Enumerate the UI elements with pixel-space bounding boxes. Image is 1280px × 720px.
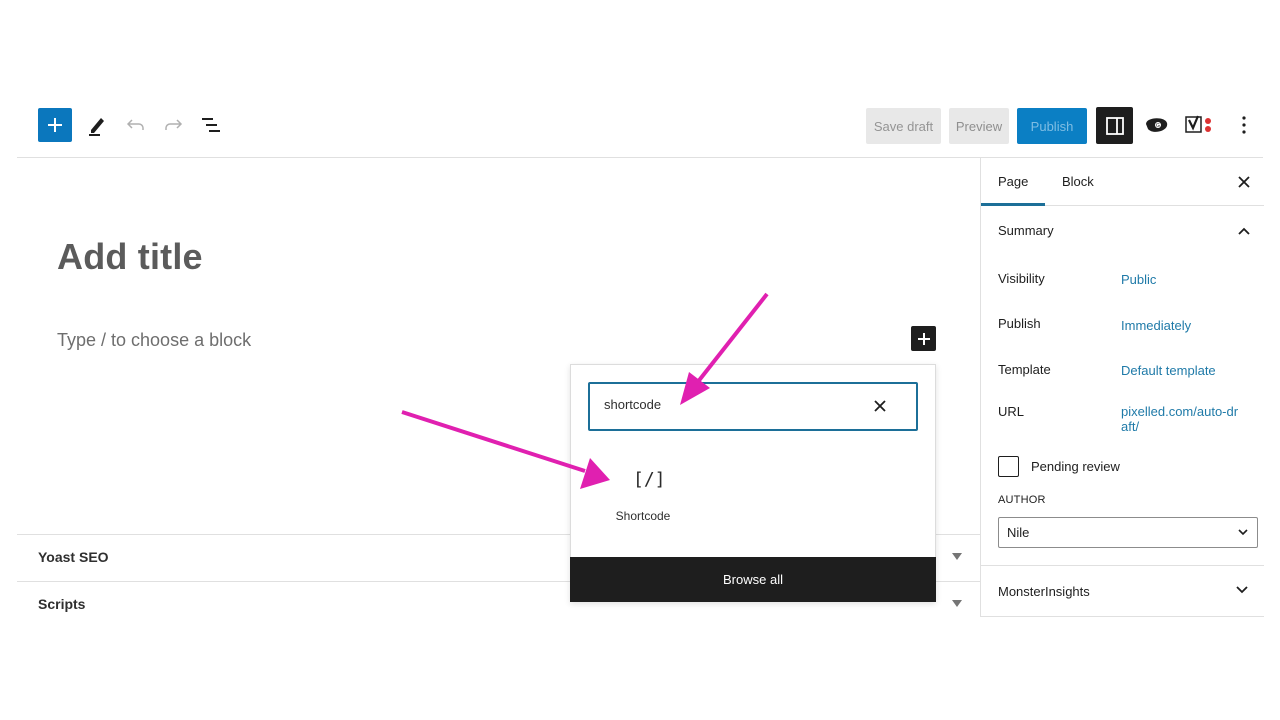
visibility-value[interactable]: Public bbox=[1121, 272, 1246, 287]
settings-sidebar: Page Block Summary Visibility Public Pub… bbox=[980, 158, 1264, 617]
block-search-field[interactable] bbox=[588, 382, 918, 431]
save-draft-button[interactable]: Save draft bbox=[866, 108, 941, 144]
more-vertical-icon bbox=[1242, 116, 1246, 134]
sidebar-tabs: Page Block bbox=[981, 158, 1264, 206]
default-block-appender[interactable]: Type / to choose a block bbox=[57, 330, 251, 351]
block-search-input[interactable] bbox=[604, 397, 854, 412]
chevron-down-icon bbox=[1238, 529, 1248, 536]
redo-button[interactable] bbox=[156, 108, 190, 142]
options-button[interactable] bbox=[1227, 108, 1261, 142]
block-inserter-toggle[interactable] bbox=[911, 326, 936, 351]
tab-block[interactable]: Block bbox=[1062, 174, 1094, 189]
author-value: Nile bbox=[1007, 525, 1030, 540]
summary-panel-title[interactable]: Summary bbox=[998, 223, 1054, 238]
meta-box-label: Yoast SEO bbox=[38, 549, 109, 565]
publish-button[interactable]: Publish bbox=[1017, 108, 1087, 144]
url-value[interactable]: pixelled.com/auto-draft/ bbox=[1121, 404, 1239, 434]
active-tab-indicator bbox=[981, 203, 1045, 206]
grammarly-icon: G bbox=[1146, 118, 1168, 132]
yoast-button[interactable] bbox=[1183, 108, 1217, 142]
meta-box-label: Scripts bbox=[38, 596, 86, 612]
close-icon bbox=[874, 400, 886, 412]
summary-panel-toggle[interactable] bbox=[1235, 222, 1253, 240]
caret-down-icon[interactable] bbox=[952, 553, 962, 560]
list-view-button[interactable] bbox=[194, 108, 228, 142]
template-value[interactable]: Default template bbox=[1121, 363, 1246, 378]
post-title-input[interactable]: Add title bbox=[57, 236, 203, 278]
url-label: URL bbox=[998, 404, 1025, 419]
yoast-icon bbox=[1185, 115, 1211, 133]
monsterinsights-panel-title: MonsterInsights bbox=[998, 584, 1090, 599]
pending-review-label[interactable]: Pending review bbox=[1031, 459, 1120, 474]
template-label: Template bbox=[998, 362, 1051, 377]
pencil-icon bbox=[89, 118, 104, 136]
author-select[interactable]: Nile bbox=[998, 517, 1258, 548]
block-result-shortcode[interactable]: [/] Shortcode bbox=[595, 461, 691, 531]
svg-text:G: G bbox=[1156, 123, 1160, 129]
chevron-up-icon bbox=[1238, 227, 1250, 235]
publish-value[interactable]: Immediately bbox=[1121, 318, 1246, 333]
visibility-label: Visibility bbox=[998, 271, 1045, 286]
plus-icon bbox=[917, 332, 930, 345]
block-result-label: Shortcode bbox=[615, 509, 671, 523]
shortcode-icon: [/] bbox=[633, 469, 666, 490]
settings-button[interactable] bbox=[1096, 107, 1133, 144]
pending-review-checkbox[interactable] bbox=[998, 456, 1019, 477]
undo-icon bbox=[126, 119, 144, 130]
close-sidebar-button[interactable] bbox=[1235, 173, 1253, 191]
editor-toolbar: Save draft Preview Publish G bbox=[17, 94, 1263, 158]
plus-icon bbox=[48, 118, 62, 132]
list-view-icon bbox=[202, 118, 220, 132]
tools-button[interactable] bbox=[80, 108, 114, 142]
close-icon bbox=[1238, 176, 1250, 188]
browse-all-button[interactable]: Browse all bbox=[570, 557, 936, 602]
block-inserter-button[interactable] bbox=[38, 108, 72, 142]
monsterinsights-panel[interactable]: MonsterInsights bbox=[981, 565, 1264, 617]
grammarly-button[interactable]: G bbox=[1140, 108, 1174, 142]
publish-label: Publish bbox=[998, 316, 1041, 331]
tab-page[interactable]: Page bbox=[998, 174, 1028, 189]
caret-down-icon[interactable] bbox=[952, 600, 962, 607]
redo-icon bbox=[165, 119, 183, 130]
sidebar-toggle-icon bbox=[1105, 116, 1124, 135]
chevron-down-icon bbox=[1236, 586, 1248, 594]
undo-button[interactable] bbox=[119, 108, 153, 142]
clear-search-button[interactable] bbox=[870, 396, 890, 416]
quick-inserter-popover: [/] Shortcode Browse all bbox=[570, 364, 936, 602]
author-label: AUTHOR bbox=[998, 494, 1046, 506]
preview-button[interactable]: Preview bbox=[949, 108, 1009, 144]
